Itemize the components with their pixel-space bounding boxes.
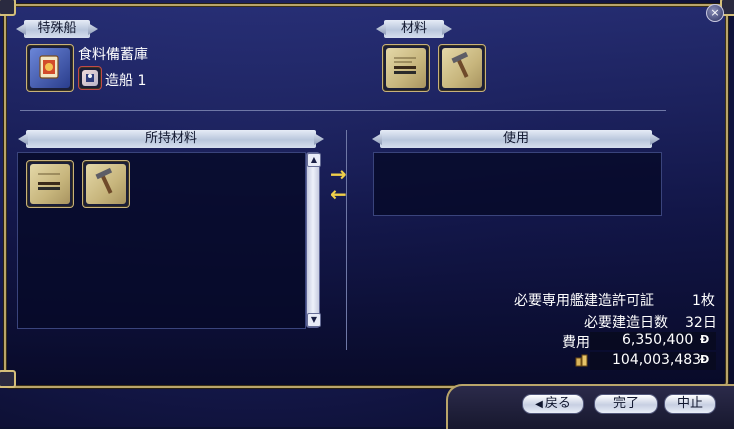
cancel-button[interactable]: 中止 [664,394,716,414]
hammer-icon[interactable] [82,160,130,208]
complete-button-label: 完了 [612,396,639,411]
materials-label: 材料 [384,20,444,38]
currency-icon: Ð [700,353,710,366]
hammer-icon [438,44,486,92]
usage-panel [373,152,662,216]
scroll-down-button[interactable]: ▼ [307,313,321,327]
days-value: 32日 [685,315,717,331]
back-chevron-icon: ◀ [535,399,543,410]
usage-label: 使用 [380,130,652,148]
frame-corner [0,0,16,16]
section-divider [20,110,666,111]
ship-name: 食料備蓄庫 [78,47,148,63]
move-left-arrow-icon[interactable]: ← [330,182,347,206]
ship-icon [26,44,74,92]
permit-label: 必要専用艦建造許可証 [514,293,654,309]
back-button[interactable]: ◀ 戻る [522,394,584,414]
permit-value: 1枚 [692,293,715,309]
shipbuilding-icon [78,66,102,90]
blueprint-icon [382,44,430,92]
cancel-button-label: 中止 [676,396,703,411]
coin-icon [574,352,590,368]
back-button-label: 戻る [544,396,571,411]
funds-value: 104,003,483 [612,352,702,368]
frame-corner [0,370,16,388]
days-label: 必要建造日数 [584,315,668,331]
owned-materials-scrollbar[interactable]: ▲ ▼ [306,152,321,328]
cost-value: 6,350,400 [622,332,694,348]
scroll-up-button[interactable]: ▲ [307,153,321,167]
blueprint-icon[interactable] [26,160,74,208]
owned-materials-label: 所持材料 [26,130,316,148]
cost-label: 費用 [562,335,590,351]
close-button[interactable]: × [706,4,724,22]
ship-requirement: 造船 1 [105,73,147,89]
currency-icon: Ð [700,333,710,346]
special-ship-label: 特殊船 [24,20,90,38]
complete-button[interactable]: 完了 [594,394,658,414]
